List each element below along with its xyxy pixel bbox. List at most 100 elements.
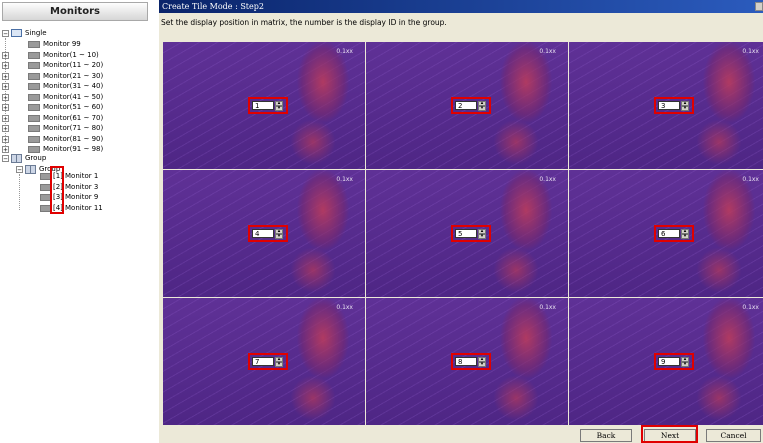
expand-icon[interactable]: + [2, 114, 9, 122]
expand-icon[interactable]: + [2, 62, 9, 70]
tile-cell: 0.1xx 9 ▴ ▾ [569, 298, 763, 425]
member-label: Monitor 9 [65, 193, 99, 201]
tile-badge: 0.1xx [539, 304, 556, 311]
tile-badge: 0.1xx [336, 304, 353, 311]
monitor-icon [28, 135, 40, 143]
display-id-input[interactable]: 8 [455, 357, 477, 366]
expand-icon[interactable]: + [2, 51, 9, 59]
tile-cell: 0.1xx 5 ▴ ▾ [366, 170, 568, 297]
tree-label-monitor: Monitor(81 ~ 90) [43, 134, 104, 143]
tree-line [19, 174, 20, 210]
dialog-title: Create Tile Mode : Step2 [162, 2, 264, 11]
tile-cell: 0.1xx 8 ▴ ▾ [366, 298, 568, 425]
monitor-icon [28, 146, 40, 153]
member-label: Monitor 1 [65, 172, 99, 180]
expand-icon[interactable]: + [2, 104, 9, 112]
tile-badge: 0.1xx [742, 48, 759, 55]
collapse-icon[interactable]: − [2, 30, 9, 38]
tree-label-group: Group [25, 154, 47, 162]
single-monitor-icon [11, 29, 22, 37]
expand-icon[interactable]: + [2, 125, 9, 133]
display-id-spinner[interactable]: 1 ▴ ▾ [248, 97, 288, 114]
back-button[interactable]: Back [580, 429, 632, 442]
create-tile-mode-dialog: Create Tile Mode : Step2 Set the display… [159, 0, 763, 443]
tree-label-monitor: Monitor(71 ~ 80) [43, 124, 104, 132]
member-label: Monitor 3 [65, 182, 99, 191]
tree-label-monitor: Monitor(41 ~ 50) [43, 92, 104, 101]
monitor-icon [28, 93, 40, 101]
spin-down-icon[interactable]: ▾ [478, 234, 486, 239]
monitor-icon [28, 41, 40, 48]
monitor-icon [28, 62, 40, 69]
display-id-input[interactable]: 6 [658, 229, 680, 238]
display-id-input[interactable]: 2 [455, 101, 477, 110]
title-bar: Create Tile Mode : Step2 [159, 0, 763, 13]
tile-cell: 0.1xx 1 ▴ ▾ [163, 42, 365, 169]
group-icon [11, 154, 22, 163]
monitor-icon [28, 125, 40, 132]
tile-badge: 0.1xx [539, 176, 556, 183]
spin-down-icon[interactable]: ▾ [275, 362, 283, 367]
spin-down-icon[interactable]: ▾ [275, 106, 283, 111]
collapse-icon[interactable]: − [16, 166, 23, 174]
monitor-icon [28, 83, 40, 90]
tree-label-single: Single [25, 29, 47, 37]
tile-badge: 0.1xx [742, 176, 759, 183]
monitor-icon [28, 104, 40, 111]
display-id-spinner[interactable]: 5 ▴ ▾ [451, 225, 491, 242]
close-icon[interactable] [755, 2, 763, 11]
tile-cell: 0.1xx 3 ▴ ▾ [569, 42, 763, 169]
monitor-icon [28, 72, 40, 80]
collapse-icon[interactable]: − [2, 155, 9, 163]
expand-icon[interactable]: + [2, 146, 9, 154]
display-id-input[interactable]: 5 [455, 229, 477, 238]
monitors-panel: Monitors − Single Monitor 99 + Monitor(1 ~… [0, 0, 150, 443]
display-id-input[interactable]: 9 [658, 357, 680, 366]
tree-label-monitor: Monitor(21 ~ 30) [43, 71, 104, 80]
tile-badge: 0.1xx [336, 176, 353, 183]
monitor-icon [28, 114, 40, 122]
expand-icon[interactable]: + [2, 93, 9, 101]
tree-label-monitor: Monitor(1 ~ 10) [43, 50, 99, 59]
display-id-spinner[interactable]: 4 ▴ ▾ [248, 225, 288, 242]
tree-label-monitor: Monitor 99 [43, 40, 81, 48]
next-button-highlight [641, 425, 698, 443]
display-id-input[interactable]: 7 [252, 357, 274, 366]
tile-badge: 0.1xx [742, 304, 759, 311]
display-id-spinner[interactable]: 6 ▴ ▾ [654, 225, 694, 242]
group-members-highlight [50, 166, 64, 214]
spin-down-icon[interactable]: ▾ [681, 106, 689, 111]
spin-down-icon[interactable]: ▾ [478, 106, 486, 111]
expand-icon[interactable]: + [2, 72, 9, 80]
tile-cell: 0.1xx 4 ▴ ▾ [163, 170, 365, 297]
display-id-spinner[interactable]: 8 ▴ ▾ [451, 353, 491, 370]
spin-down-icon[interactable]: ▾ [478, 362, 486, 367]
tree-label-monitor: Monitor(31 ~ 40) [43, 82, 104, 90]
display-id-input[interactable]: 4 [252, 229, 274, 238]
display-id-spinner[interactable]: 3 ▴ ▾ [654, 97, 694, 114]
group-icon [25, 165, 36, 174]
expand-icon[interactable]: + [2, 135, 9, 143]
tile-matrix: 0.1xx 1 ▴ ▾ 0.1xx 2 ▴ ▾ 0.1xx 3 ▴ ▾ 0.1xx 4 ▴ ▾ 0.1xx 5 ▴ ▾… [163, 42, 763, 426]
monitors-header: Monitors [2, 2, 148, 21]
tree-label-monitor: Monitor(61 ~ 70) [43, 113, 104, 122]
tile-cell: 0.1xx 7 ▴ ▾ [163, 298, 365, 425]
spin-down-icon[interactable]: ▾ [275, 234, 283, 239]
spin-down-icon[interactable]: ▾ [681, 234, 689, 239]
tree-label-monitor: Monitor(11 ~ 20) [43, 61, 104, 69]
display-id-spinner[interactable]: 9 ▴ ▾ [654, 353, 694, 370]
spin-down-icon[interactable]: ▾ [681, 362, 689, 367]
tile-cell: 0.1xx 6 ▴ ▾ [569, 170, 763, 297]
member-label: Monitor 11 [65, 203, 103, 212]
display-id-spinner[interactable]: 7 ▴ ▾ [248, 353, 288, 370]
tree-label-monitor: Monitor(91 ~ 98) [43, 145, 104, 153]
display-id-input[interactable]: 1 [252, 101, 274, 110]
tile-badge: 0.1xx [539, 48, 556, 55]
display-id-spinner[interactable]: 2 ▴ ▾ [451, 97, 491, 114]
tile-cell: 0.1xx 2 ▴ ▾ [366, 42, 568, 169]
tile-badge: 0.1xx [336, 48, 353, 55]
tree-label-monitor: Monitor(51 ~ 60) [43, 103, 104, 111]
cancel-button[interactable]: Cancel [706, 429, 761, 442]
expand-icon[interactable]: + [2, 83, 9, 91]
display-id-input[interactable]: 3 [658, 101, 680, 110]
